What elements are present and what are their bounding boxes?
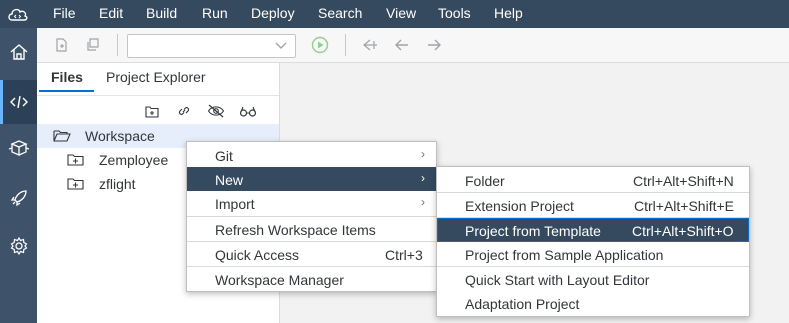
code-icon[interactable] <box>0 80 37 124</box>
context-menu-refresh[interactable]: Refresh Workspace Items <box>187 217 436 241</box>
context-menu-quick-access[interactable]: Quick Access Ctrl+3 <box>187 242 436 266</box>
menu-run[interactable]: Run <box>202 5 228 21</box>
toolbar-separator <box>117 34 118 56</box>
context-menu-import[interactable]: Import › <box>187 191 436 215</box>
back-icon[interactable] <box>392 35 412 55</box>
submenu-project-from-sample[interactable]: Project from Sample Application <box>437 242 749 266</box>
menu-item-label: Workspace Manager <box>215 272 344 288</box>
menu-bar: File Edit Build Run Deploy Search View T… <box>0 0 789 28</box>
tree-label: zflight <box>99 176 136 192</box>
folder-open-icon <box>53 128 71 144</box>
menu-edit[interactable]: Edit <box>99 5 123 21</box>
menu-item-label: New <box>215 172 244 188</box>
run-icon[interactable] <box>310 35 330 55</box>
menu-item-shortcut: Ctrl+Alt+Shift+N <box>633 173 734 189</box>
menu-item-label: Adaptation Project <box>465 296 580 312</box>
search-glasses-icon[interactable] <box>239 102 257 120</box>
context-menu: Git › New › Import › Refresh Workspace I… <box>186 141 437 292</box>
chevron-right-icon: › <box>421 147 425 161</box>
context-menu-workspace-manager[interactable]: Workspace Manager <box>187 267 436 291</box>
submenu-folder[interactable]: Folder Ctrl+Alt+Shift+N <box>437 168 749 192</box>
hide-icon[interactable] <box>207 102 225 120</box>
menu-search[interactable]: Search <box>318 5 362 21</box>
menu-item-label: Git <box>215 148 233 164</box>
submenu-quick-start-layout-editor[interactable]: Quick Start with Layout Editor <box>437 267 749 291</box>
context-menu-git[interactable]: Git › <box>187 143 436 167</box>
menu-item-label: Extension Project <box>465 198 574 214</box>
context-menu-new[interactable]: New › <box>187 167 436 191</box>
menu-item-shortcut: Ctrl+Alt+Shift+E <box>634 198 734 214</box>
tab-files[interactable]: Files <box>51 69 83 85</box>
toolbar-separator <box>345 34 346 56</box>
menu-item-label: Quick Access <box>215 247 300 263</box>
tree-label: Workspace <box>85 128 155 144</box>
tree-label: Zemployee <box>99 152 169 168</box>
menu-deploy[interactable]: Deploy <box>251 5 295 21</box>
menu-item-shortcut: Ctrl+Alt+Shift+O <box>632 223 734 239</box>
menu-help[interactable]: Help <box>494 5 523 21</box>
menu-item-shortcut: Ctrl+3 <box>385 247 423 263</box>
menu-file[interactable]: File <box>53 5 76 21</box>
menu-view[interactable]: View <box>386 5 416 21</box>
packages-icon[interactable] <box>0 126 37 170</box>
chevron-down-icon <box>275 42 287 49</box>
home-icon[interactable] <box>0 30 37 74</box>
new-folder-icon[interactable] <box>143 102 161 120</box>
run-configuration-select[interactable] <box>127 34 296 58</box>
new-file-icon[interactable] <box>51 35 71 55</box>
active-tab-indicator <box>39 90 94 92</box>
chevron-right-icon: › <box>421 195 425 209</box>
tab-project-explorer[interactable]: Project Explorer <box>106 69 206 85</box>
menu-build[interactable]: Build <box>146 5 177 21</box>
submenu-extension-project[interactable]: Extension Project Ctrl+Alt+Shift+E <box>437 193 749 217</box>
toolbar <box>37 28 789 63</box>
menu-item-label: Project from Template <box>465 223 601 239</box>
forward-icon[interactable] <box>424 35 444 55</box>
menu-item-label: Project from Sample Application <box>465 247 664 263</box>
new-submenu: Folder Ctrl+Alt+Shift+N Extension Projec… <box>436 166 750 317</box>
settings-icon[interactable] <box>0 224 37 268</box>
project-folder-icon <box>67 176 85 192</box>
cloud-code-logo-icon[interactable] <box>6 4 30 24</box>
submenu-project-from-template[interactable]: Project from Template Ctrl+Alt+Shift+O <box>437 218 749 242</box>
chevron-right-icon: › <box>421 171 425 185</box>
menu-tools[interactable]: Tools <box>438 5 471 21</box>
menu-item-label: Import <box>215 196 255 212</box>
new-window-icon[interactable] <box>83 35 103 55</box>
menu-item-label: Quick Start with Layout Editor <box>465 272 650 288</box>
menu-item-label: Folder <box>465 173 505 189</box>
link-icon[interactable] <box>175 102 193 120</box>
panel-actions-bar <box>37 95 279 126</box>
project-folder-icon <box>67 152 85 168</box>
rocket-icon[interactable] <box>0 176 37 220</box>
deploy-back-icon[interactable] <box>360 35 380 55</box>
activity-sidebar <box>0 28 37 323</box>
submenu-adaptation-project[interactable]: Adaptation Project <box>437 291 749 315</box>
menu-item-label: Refresh Workspace Items <box>215 222 376 238</box>
